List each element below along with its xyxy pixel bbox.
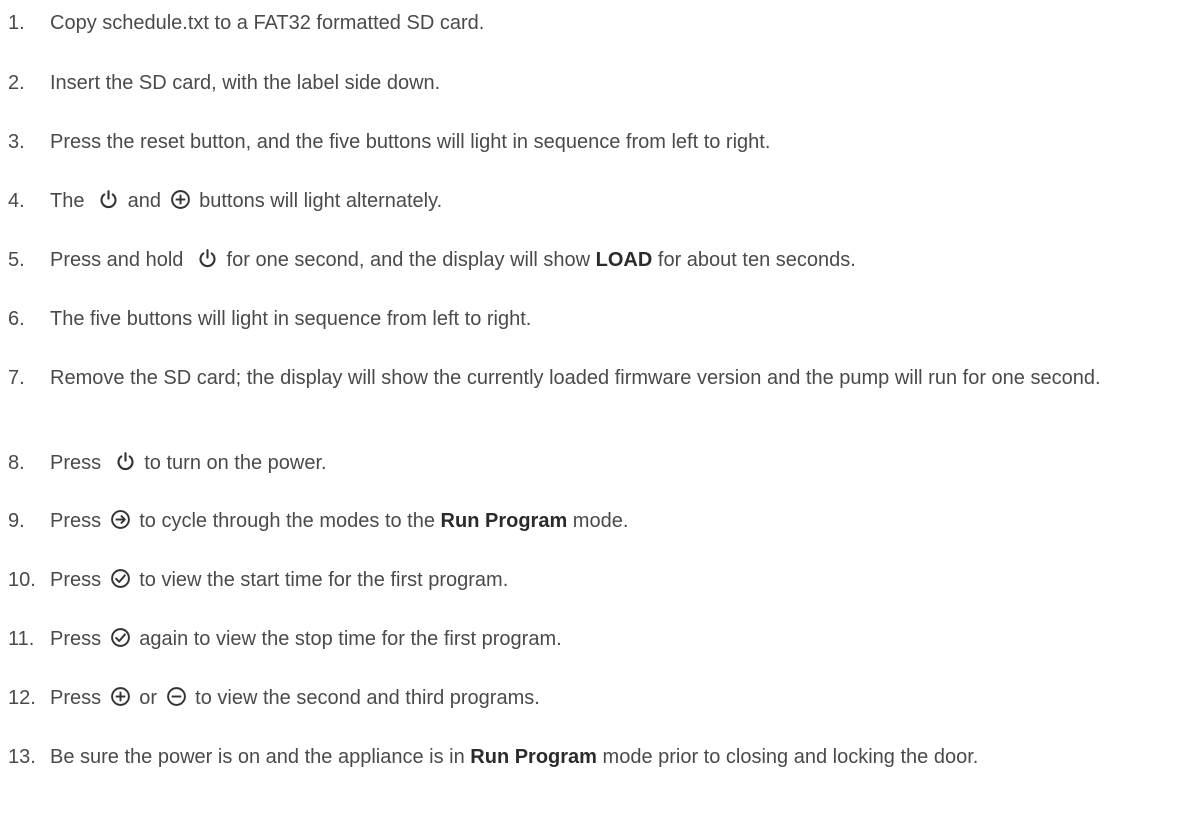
step-number: 6. [8, 308, 25, 330]
step-3: 3. Press the reset button, and the five … [8, 129, 1168, 156]
step-number: 11. [8, 628, 35, 650]
step-text: Remove the SD card; the display will sho… [50, 367, 1101, 389]
step-text-part: mode. [572, 510, 629, 532]
step-text-part: again to view the stop time for the firs… [139, 628, 562, 650]
step-text-part: The [50, 190, 85, 212]
step-text-part: to view the second and third programs. [195, 687, 540, 709]
power-icon [115, 451, 136, 472]
step-7: 7. Remove the SD card; the display will … [8, 365, 1168, 392]
step-text: Press to turn on the power. [50, 450, 1168, 477]
step-text-part: Press [50, 687, 102, 709]
step-text: Press to cycle through the modes to the … [50, 508, 1168, 535]
step-text-part: Press [50, 569, 102, 591]
step-text-part: to cycle through the modes to the [139, 510, 435, 532]
step-text-part: Press [50, 628, 102, 650]
step-number: 12. [8, 687, 36, 709]
next-icon [110, 509, 131, 530]
step-text-part: or [139, 687, 158, 709]
step-text: Press or to view the second and third pr… [50, 685, 1168, 712]
step-text-part: for about ten seconds. [657, 249, 856, 271]
step-6: 6. The five buttons will light in sequen… [8, 306, 1168, 333]
check-icon [110, 627, 131, 648]
mode-name-run-program: Run Program [470, 746, 597, 768]
step-text: Copy schedule.txt to a FAT32 formatted S… [50, 12, 485, 34]
step-2: 2. Insert the SD card, with the label si… [8, 70, 1168, 97]
step-4: 4. The and buttons will light alternatel… [8, 188, 1168, 215]
step-1: 1. Copy schedule.txt to a FAT32 formatte… [8, 10, 1168, 37]
step-number: 5. [8, 249, 25, 271]
step-text: The and buttons will light alternately. [50, 188, 1168, 215]
plus-icon [110, 686, 131, 707]
step-text: Be sure the power is on and the applianc… [50, 744, 1168, 771]
step-number: 9. [8, 510, 25, 532]
step-text: Press the reset button, and the five but… [50, 131, 771, 153]
step-number: 8. [8, 452, 25, 474]
power-icon [197, 248, 218, 269]
power-icon [98, 189, 119, 210]
step-text-part: Press and hold [50, 249, 184, 271]
step-text: Press and hold for one second, and the d… [50, 247, 1168, 274]
step-9: 9. Press to cycle through the modes to t… [8, 508, 1168, 535]
step-11: 11. Press again to view the stop time fo… [8, 626, 1168, 653]
step-text-part: and [127, 190, 161, 212]
step-text: Insert the SD card, with the label side … [50, 72, 441, 94]
plus-icon [170, 189, 191, 210]
instruction-list: 1. Copy schedule.txt to a FAT32 formatte… [0, 0, 1179, 839]
step-number: 2. [8, 72, 25, 94]
step-8: 8. Press to turn on the power. [8, 450, 1168, 477]
step-text-part: to view the start time for the first pro… [139, 569, 509, 591]
step-number: 3. [8, 131, 25, 153]
step-number: 1. [8, 12, 25, 34]
step-number: 7. [8, 367, 25, 389]
step-text-part: buttons will light alternately. [199, 190, 443, 212]
minus-icon [166, 686, 187, 707]
step-10: 10. Press to view the start time for the… [8, 567, 1168, 594]
step-12: 12. Press or to view the second and thir… [8, 685, 1168, 712]
step-number: 13. [8, 746, 36, 768]
check-icon [110, 568, 131, 589]
step-text-part: Press [50, 452, 102, 474]
step-text: Press to view the start time for the fir… [50, 567, 1168, 594]
step-text-part: Press [50, 510, 102, 532]
step-text-part: for one second, and the display will sho… [226, 249, 591, 271]
step-13: 13. Be sure the power is on and the appl… [8, 744, 1168, 771]
step-number: 10. [8, 569, 36, 591]
step-number: 4. [8, 190, 25, 212]
step-text-part: mode prior to closing and locking the do… [602, 746, 979, 768]
mode-name-run-program: Run Program [440, 510, 568, 532]
step-text-part: Be sure the power is on and the applianc… [50, 746, 465, 768]
step-text: Press again to view the stop time for th… [50, 626, 1168, 653]
step-5: 5. Press and hold for one second, and th… [8, 247, 1168, 274]
step-text-part: to turn on the power. [144, 452, 327, 474]
step-text: The five buttons will light in sequence … [50, 308, 532, 330]
display-text-load: LOAD [595, 249, 653, 271]
